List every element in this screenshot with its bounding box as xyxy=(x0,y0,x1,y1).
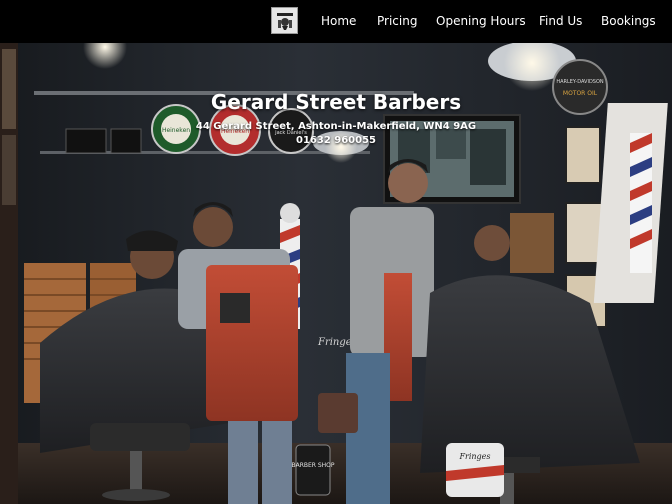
hero-address: 44 Gerard Street, Ashton-in-Makerfield, … xyxy=(195,121,477,132)
logo-icon[interactable] xyxy=(271,7,298,34)
barrel-drum: Fringes xyxy=(446,443,504,497)
nav-find-us-link[interactable]: Find Us xyxy=(539,12,582,30)
barber-shop-sign: BARBER SHOP xyxy=(291,444,335,496)
top-navbar: Home Pricing Opening Hours Find Us Booki… xyxy=(0,0,672,43)
hero-phone: 01632 960055 xyxy=(295,135,377,146)
hero-section: Heineken Heineken Jack Daniel's HARLEY-D… xyxy=(0,43,672,504)
svg-text:BARBER SHOP: BARBER SHOP xyxy=(291,462,334,469)
nav-bookings-link[interactable]: Bookings xyxy=(601,12,656,30)
stool xyxy=(318,393,358,433)
nav-opening-hours-link[interactable]: Opening Hours xyxy=(436,12,526,30)
hero-title: Gerard Street Barbers xyxy=(210,90,462,114)
nav-home-link[interactable]: Home xyxy=(321,12,356,30)
svg-text:Fringes: Fringes xyxy=(458,452,490,461)
wooden-shelf xyxy=(510,213,554,273)
nav-pricing-link[interactable]: Pricing xyxy=(377,12,417,30)
svg-text:HARLEY-DAVIDSON: HARLEY-DAVIDSON xyxy=(556,79,604,85)
